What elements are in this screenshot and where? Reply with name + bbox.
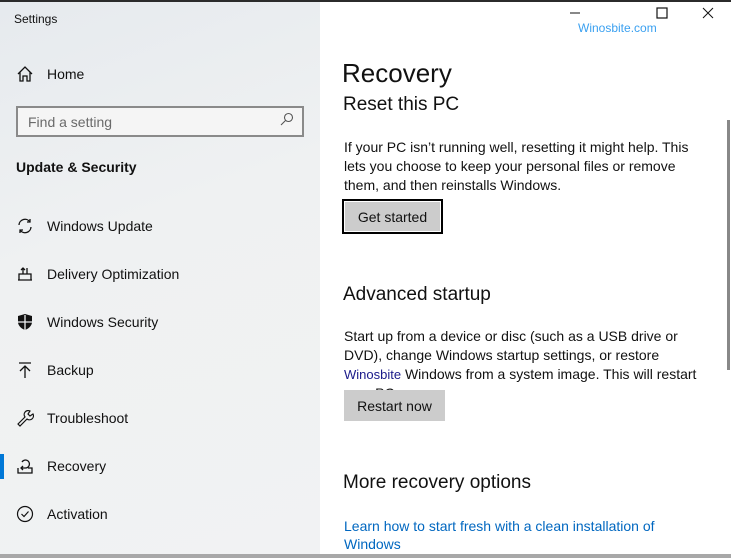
sidebar-item-windows-update[interactable]: Windows Update [0,206,320,246]
sidebar-item-recovery[interactable]: Recovery [0,446,320,486]
inline-watermark: Winosbite [344,367,402,382]
sidebar-item-label: Windows Security [47,314,159,330]
app-title: Settings [14,12,58,26]
more-recovery-heading: More recovery options [343,472,531,493]
get-started-button[interactable]: Get started [342,199,443,234]
wrench-icon [15,408,35,428]
sidebar-item-label: Troubleshoot [47,410,129,426]
shield-icon [15,312,35,332]
sidebar-item-activation[interactable]: Activation [0,494,320,534]
page-title: Recovery [342,58,452,88]
sidebar-item-troubleshoot[interactable]: Troubleshoot [0,398,320,438]
sidebar-item-delivery-optimization[interactable]: Delivery Optimization [0,254,320,294]
window-bottom-border [0,554,731,558]
home-icon [15,64,35,84]
backup-arrow-icon [15,360,35,380]
clean-install-link[interactable]: Learn how to start fresh with a clean in… [344,517,684,553]
watermark: Winosbite.com [578,21,657,35]
maximize-icon [656,6,668,24]
sidebar: Settings Home Update & Security Windows … [0,2,320,555]
close-button[interactable] [693,4,723,26]
sidebar-item-label: Home [47,66,85,82]
search-icon [280,112,294,131]
reset-description: If your PC isn’t running well, resetting… [344,139,689,193]
sidebar-item-label: Delivery Optimization [47,266,180,282]
recovery-icon [15,456,35,476]
sidebar-item-label: Backup [47,362,94,378]
sync-icon [15,216,35,236]
scrollbar[interactable] [727,120,730,370]
sidebar-item-home[interactable]: Home [0,54,320,94]
close-icon [702,6,714,24]
check-circle-icon [15,504,35,524]
search-box[interactable] [16,106,304,137]
restart-now-button[interactable]: Restart now [344,390,445,421]
sidebar-item-backup[interactable]: Backup [0,350,320,390]
advanced-startup-heading: Advanced startup [343,284,491,305]
sidebar-item-windows-security[interactable]: Windows Security [0,302,320,342]
delivery-optimization-icon [15,264,35,284]
sidebar-item-label: Windows Update [47,218,153,234]
sidebar-item-label: Activation [47,506,108,522]
section-heading: Update & Security [16,159,137,175]
reset-heading: Reset this PC [343,94,460,115]
search-input[interactable] [28,113,280,130]
description-text: Start up from a device or disc (such as … [344,328,678,363]
sidebar-item-label: Recovery [47,458,107,474]
